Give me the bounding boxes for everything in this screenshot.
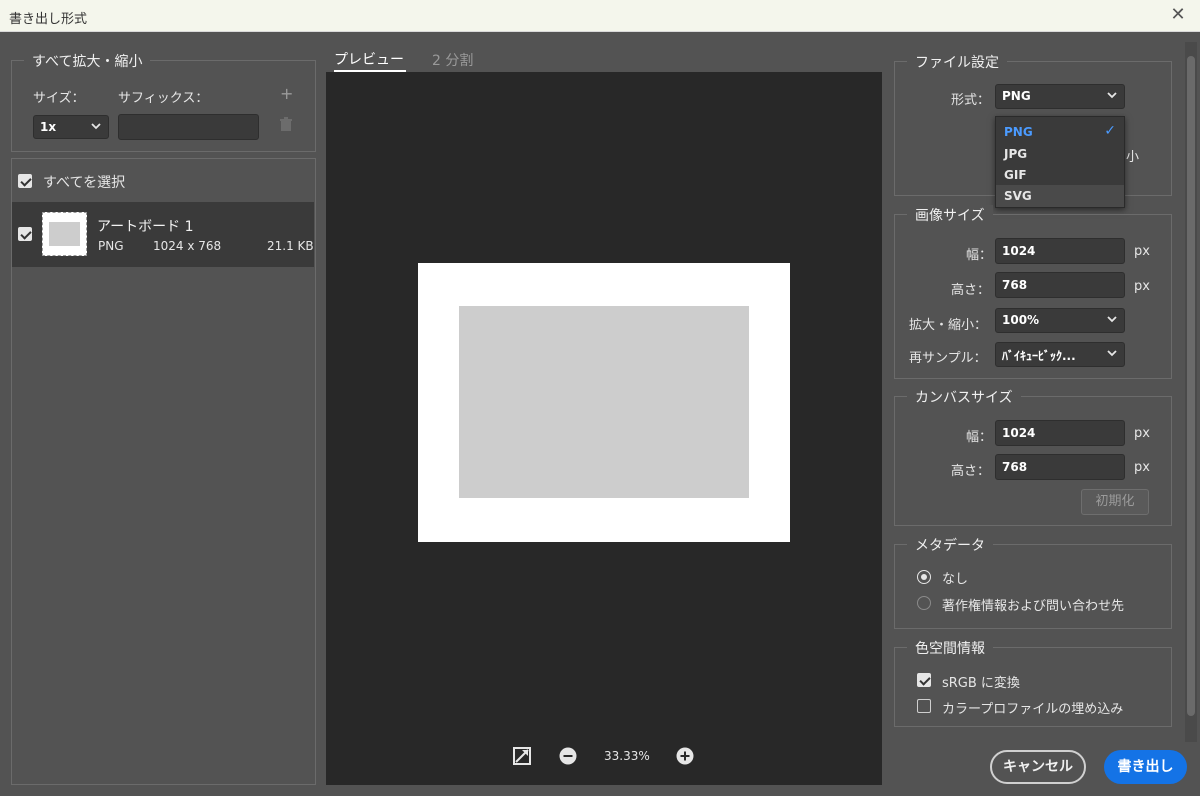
scale-all-legend: すべて拡大・縮小: [24, 51, 151, 71]
metadata-group: メタデータ: [894, 535, 1172, 629]
canvas-height-input[interactable]: 768: [995, 454, 1125, 480]
format-option-svg[interactable]: SVG: [996, 185, 1124, 207]
srgb-checkbox[interactable]: [917, 673, 931, 687]
resample-select-value: ﾊﾞｲｷｭｰﾋﾞｯｸ...: [1002, 349, 1076, 363]
canvas-width-label: 幅：: [966, 430, 993, 445]
scale-label: 拡大・縮小：: [909, 318, 988, 333]
export-button[interactable]: 書き出し: [1104, 750, 1187, 784]
embed-profile-checkbox[interactable]: [917, 699, 931, 713]
color-space-legend: 色空間情報: [907, 638, 993, 658]
file-settings-legend: ファイル設定: [907, 52, 1007, 72]
image-height-label: 高さ：: [951, 283, 991, 298]
asset-format: PNG: [98, 239, 124, 253]
chevron-down-icon: [90, 119, 102, 136]
preview-canvas[interactable]: 33.33%: [326, 72, 882, 785]
resample-select[interactable]: ﾊﾞｲｷｭｰﾋﾞｯｸ...: [995, 342, 1125, 367]
image-size-legend: 画像サイズ: [907, 205, 993, 225]
format-select[interactable]: PNG: [995, 84, 1125, 109]
format-dropdown-menu: PNG ✓ JPG GIF SVG: [995, 116, 1125, 208]
size-select-value: 1x: [40, 120, 57, 134]
window-title: 書き出し形式: [9, 12, 88, 27]
checkmark-icon: ✓: [1104, 123, 1116, 139]
artboard-content: [459, 306, 749, 498]
suffix-label: サフィックス：: [118, 91, 209, 106]
zoom-in-icon[interactable]: [676, 747, 694, 765]
asset-name: アートボード 1: [97, 219, 194, 235]
size-label: サイズ：: [33, 91, 85, 106]
asset-dimensions: 1024 x 768: [153, 239, 222, 253]
image-width-label: 幅：: [966, 248, 993, 263]
image-width-unit: px: [1134, 244, 1150, 259]
close-icon[interactable]: ✕: [1166, 4, 1190, 28]
metadata-none-radio[interactable]: [917, 570, 931, 584]
right-panel-scrollbar[interactable]: [1185, 42, 1197, 742]
suffix-input[interactable]: [118, 114, 259, 140]
select-all-label: すべてを選択: [43, 175, 126, 191]
canvas-size-legend: カンバスサイズ: [907, 387, 1021, 407]
fit-to-view-icon[interactable]: [513, 747, 531, 765]
file-settings-partial-text: 小: [1126, 150, 1140, 165]
zoom-out-icon[interactable]: [559, 747, 577, 765]
metadata-copyright-radio[interactable]: [917, 596, 931, 610]
cancel-button[interactable]: キャンセル: [990, 750, 1086, 784]
format-label: 形式：: [951, 93, 991, 108]
artboard-preview: [418, 263, 790, 542]
size-select[interactable]: 1x: [33, 115, 109, 139]
chevron-down-icon: [1106, 312, 1118, 329]
chevron-down-icon: [1106, 346, 1118, 363]
format-option-jpg[interactable]: JPG: [996, 143, 1124, 165]
format-option-gif[interactable]: GIF: [996, 164, 1124, 186]
resample-label: 再サンプル：: [909, 351, 987, 366]
asset-file-size: 21.1 KB: [267, 239, 314, 253]
canvas-width-unit: px: [1134, 426, 1150, 441]
canvas-height-unit: px: [1134, 460, 1150, 475]
asset-row[interactable]: アートボード 1 PNG 1024 x 768 21.1 KB: [12, 202, 314, 267]
metadata-legend: メタデータ: [907, 535, 993, 555]
zoom-toolbar: 33.33%: [326, 745, 882, 769]
image-height-input[interactable]: 768: [995, 272, 1125, 298]
metadata-none-label: なし: [942, 572, 969, 587]
tab-preview[interactable]: プレビュー: [334, 49, 404, 69]
reset-button[interactable]: 初期化: [1081, 489, 1149, 515]
title-bar: 書き出し形式 ✕: [0, 0, 1200, 32]
tab-split[interactable]: 2 分割: [432, 50, 473, 70]
trash-icon[interactable]: [279, 117, 293, 136]
canvas-width-input[interactable]: 1024: [995, 420, 1125, 446]
srgb-label: sRGB に変換: [942, 676, 1020, 691]
image-height-unit: px: [1134, 279, 1150, 294]
format-option-png[interactable]: PNG ✓: [996, 121, 1124, 143]
scale-select-value: 100%: [1002, 313, 1040, 327]
zoom-level: 33.33%: [604, 749, 650, 763]
scale-select[interactable]: 100%: [995, 308, 1125, 333]
chevron-down-icon: [1106, 88, 1118, 105]
asset-row-checkbox[interactable]: [18, 227, 32, 241]
format-select-value: PNG: [1002, 89, 1031, 103]
metadata-copyright-label: 著作権情報および問い合わせ先: [942, 599, 1125, 614]
canvas-height-label: 高さ：: [951, 464, 991, 479]
scrollbar-thumb[interactable]: [1187, 56, 1195, 716]
embed-profile-label: カラープロファイルの埋め込み: [942, 702, 1124, 717]
add-scale-icon[interactable]: +: [280, 84, 293, 103]
asset-thumbnail: [42, 212, 87, 256]
image-width-input[interactable]: 1024: [995, 238, 1125, 264]
select-all-checkbox[interactable]: [18, 174, 32, 188]
